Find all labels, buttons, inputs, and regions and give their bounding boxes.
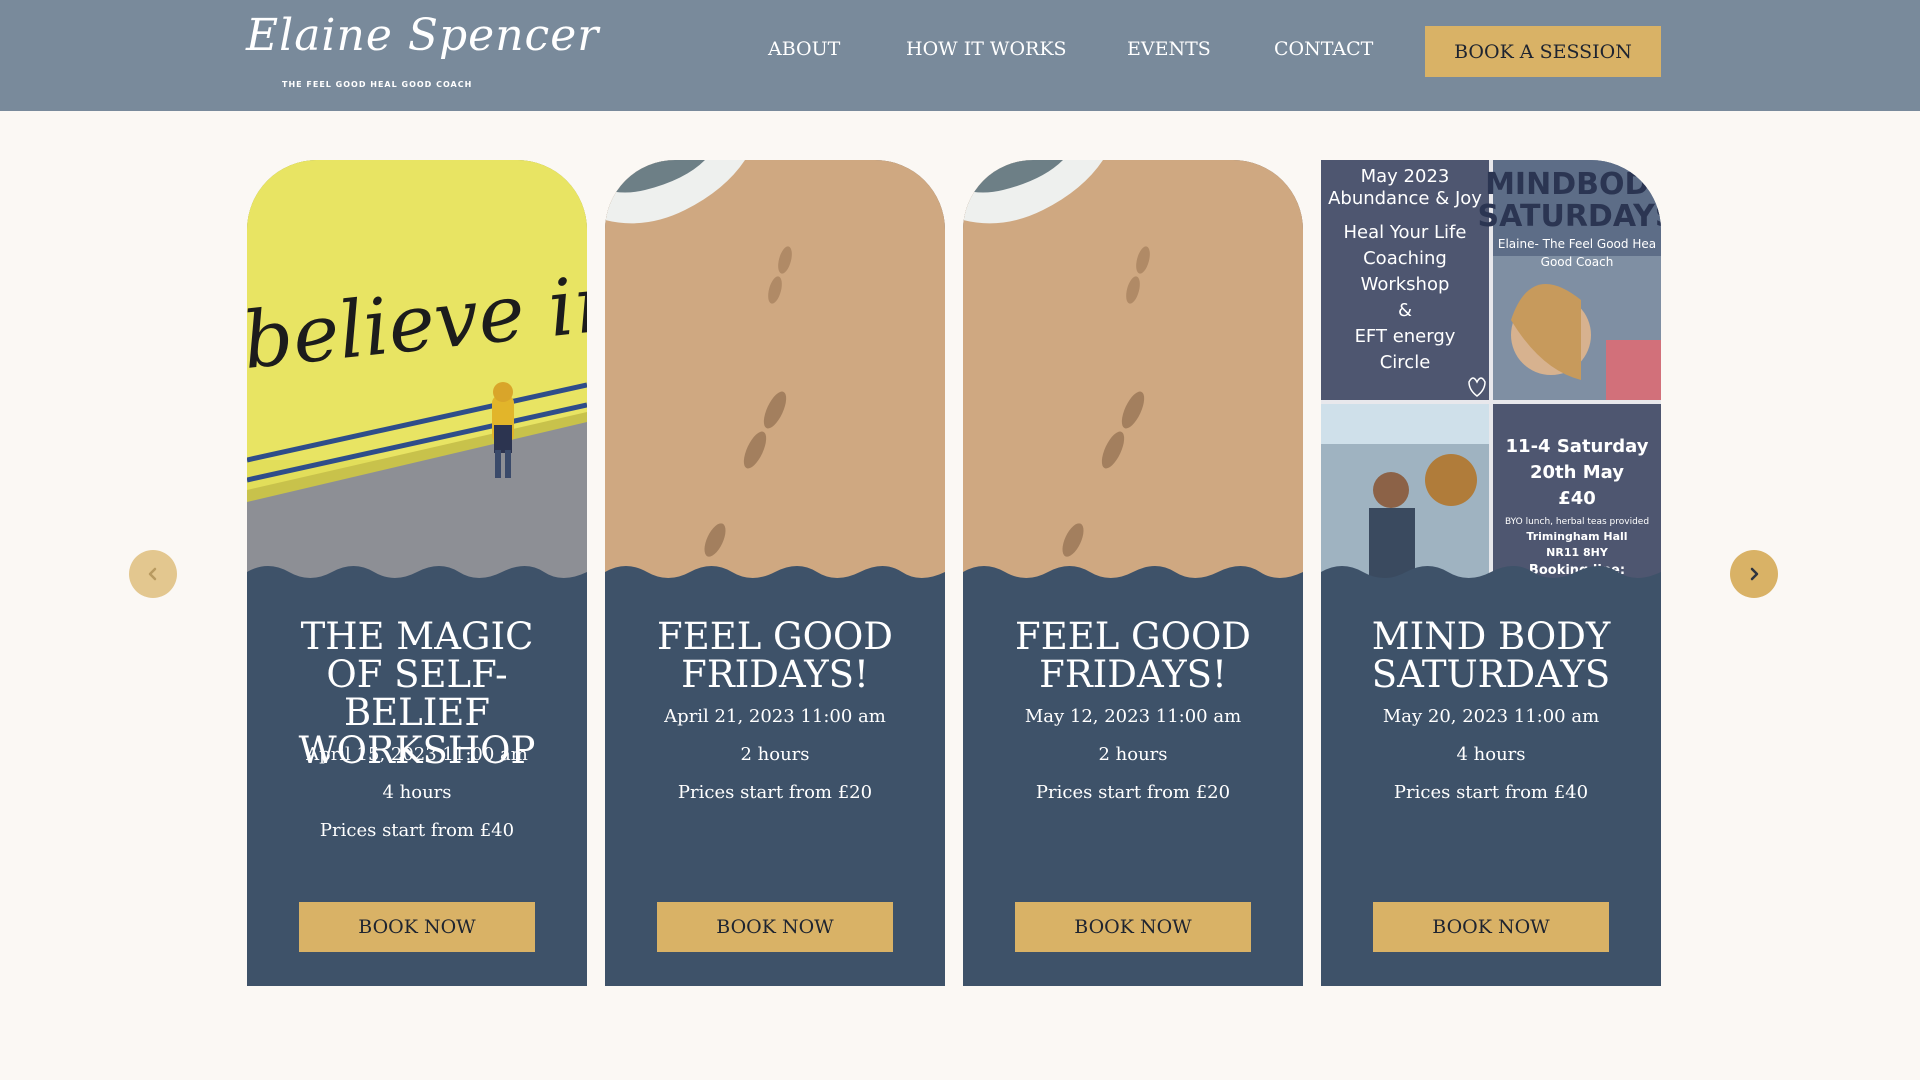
poster-line: 20th May (1530, 462, 1624, 483)
poster-line: Abundance & Joy (1328, 188, 1482, 209)
event-duration: 2 hours (1098, 744, 1168, 765)
event-title: FEEL GOOD FRIDAYS! (1015, 615, 1251, 696)
logo-tagline: THE FEEL GOOD HEAL GOOD COACH (282, 80, 473, 89)
poster-line: Good Coach (1541, 255, 1614, 269)
wave-divider (1321, 566, 1661, 590)
poster-line: & (1398, 300, 1412, 321)
event-title: MIND BODY SATURDAYS (1371, 615, 1611, 696)
nav-events[interactable]: EVENTS (1127, 38, 1211, 60)
book-session-button[interactable]: BOOK A SESSION (1425, 26, 1661, 77)
event-date: April 21, 2023 11:00 am (664, 706, 886, 727)
logo[interactable]: Elaine Spencer THE FEEL GOOD HEAL GOOD C… (246, 10, 598, 90)
poster-line: BYO lunch, herbal teas provided (1505, 517, 1649, 527)
event-duration: 4 hours (382, 782, 452, 803)
poster-line: MINDBODY (1485, 167, 1661, 202)
carousel-next-button[interactable] (1730, 550, 1778, 598)
event-price: Prices start from £40 (319, 820, 515, 841)
event-date: May 12, 2023 11:00 am (1024, 706, 1242, 727)
poster-line: SATURDAYS (1478, 199, 1662, 234)
event-price: Prices start from £20 (1035, 782, 1231, 803)
event-date: April 15, 2023 11:00 am (306, 744, 528, 765)
poster-line: Heal Your Life (1344, 222, 1467, 243)
poster-line: NR11 8HY (1546, 546, 1609, 559)
site-header: Elaine Spencer THE FEEL GOOD HEAL GOOD C… (0, 0, 1920, 111)
poster-line: £40 (1558, 488, 1596, 509)
event-card: FEEL GOOD FRIDAYS! May 12, 2023 11:00 am… (963, 160, 1303, 986)
wave-divider (963, 566, 1303, 590)
nav-contact[interactable]: CONTACT (1274, 38, 1373, 60)
poster-line: Coaching (1363, 248, 1447, 269)
event-price: Prices start from £40 (1393, 782, 1589, 803)
logo-script: Elaine Spencer (246, 10, 600, 61)
poster-line: 11-4 Saturday (1506, 436, 1649, 457)
event-card: FEEL GOOD FRIDAYS! April 21, 2023 11:00 … (605, 160, 945, 986)
event-image[interactable] (605, 160, 945, 580)
event-duration: 4 hours (1456, 744, 1526, 765)
book-now-button[interactable]: BOOK NOW (1373, 902, 1609, 952)
chevron-left-icon (148, 567, 157, 581)
poster-line: Workshop (1361, 274, 1450, 295)
event-image[interactable]: May 2023 Abundance & Joy Heal Your Life … (1321, 160, 1661, 580)
nav-about[interactable]: ABOUT (768, 38, 840, 60)
event-price: Prices start from £20 (677, 782, 873, 803)
event-duration: 2 hours (740, 744, 810, 765)
event-card: believe in your THE MAGIC OF SELF-BELIEF… (247, 160, 587, 986)
wave-divider (605, 566, 945, 590)
wave-divider (247, 566, 587, 590)
event-date: May 20, 2023 11:00 am (1382, 706, 1600, 727)
poster-line: EFT energy (1355, 326, 1456, 347)
poster-line: Trimingham Hall (1526, 530, 1627, 543)
nav-how-it-works[interactable]: HOW IT WORKS (906, 38, 1067, 60)
book-now-button[interactable]: BOOK NOW (1015, 902, 1251, 952)
poster-line: Circle (1380, 352, 1431, 373)
carousel-prev-button[interactable] (129, 550, 177, 598)
book-now-button[interactable]: BOOK NOW (657, 902, 893, 952)
event-card: May 2023 Abundance & Joy Heal Your Life … (1321, 160, 1661, 986)
chevron-right-icon (1750, 567, 1759, 581)
poster-line: Elaine- The Feel Good Hea (1498, 237, 1656, 251)
event-title: FEEL GOOD FRIDAYS! (657, 615, 893, 696)
event-image[interactable]: believe in your (247, 160, 587, 580)
event-image[interactable] (963, 160, 1303, 580)
book-now-button[interactable]: BOOK NOW (299, 902, 535, 952)
poster-line: May 2023 (1361, 166, 1450, 187)
